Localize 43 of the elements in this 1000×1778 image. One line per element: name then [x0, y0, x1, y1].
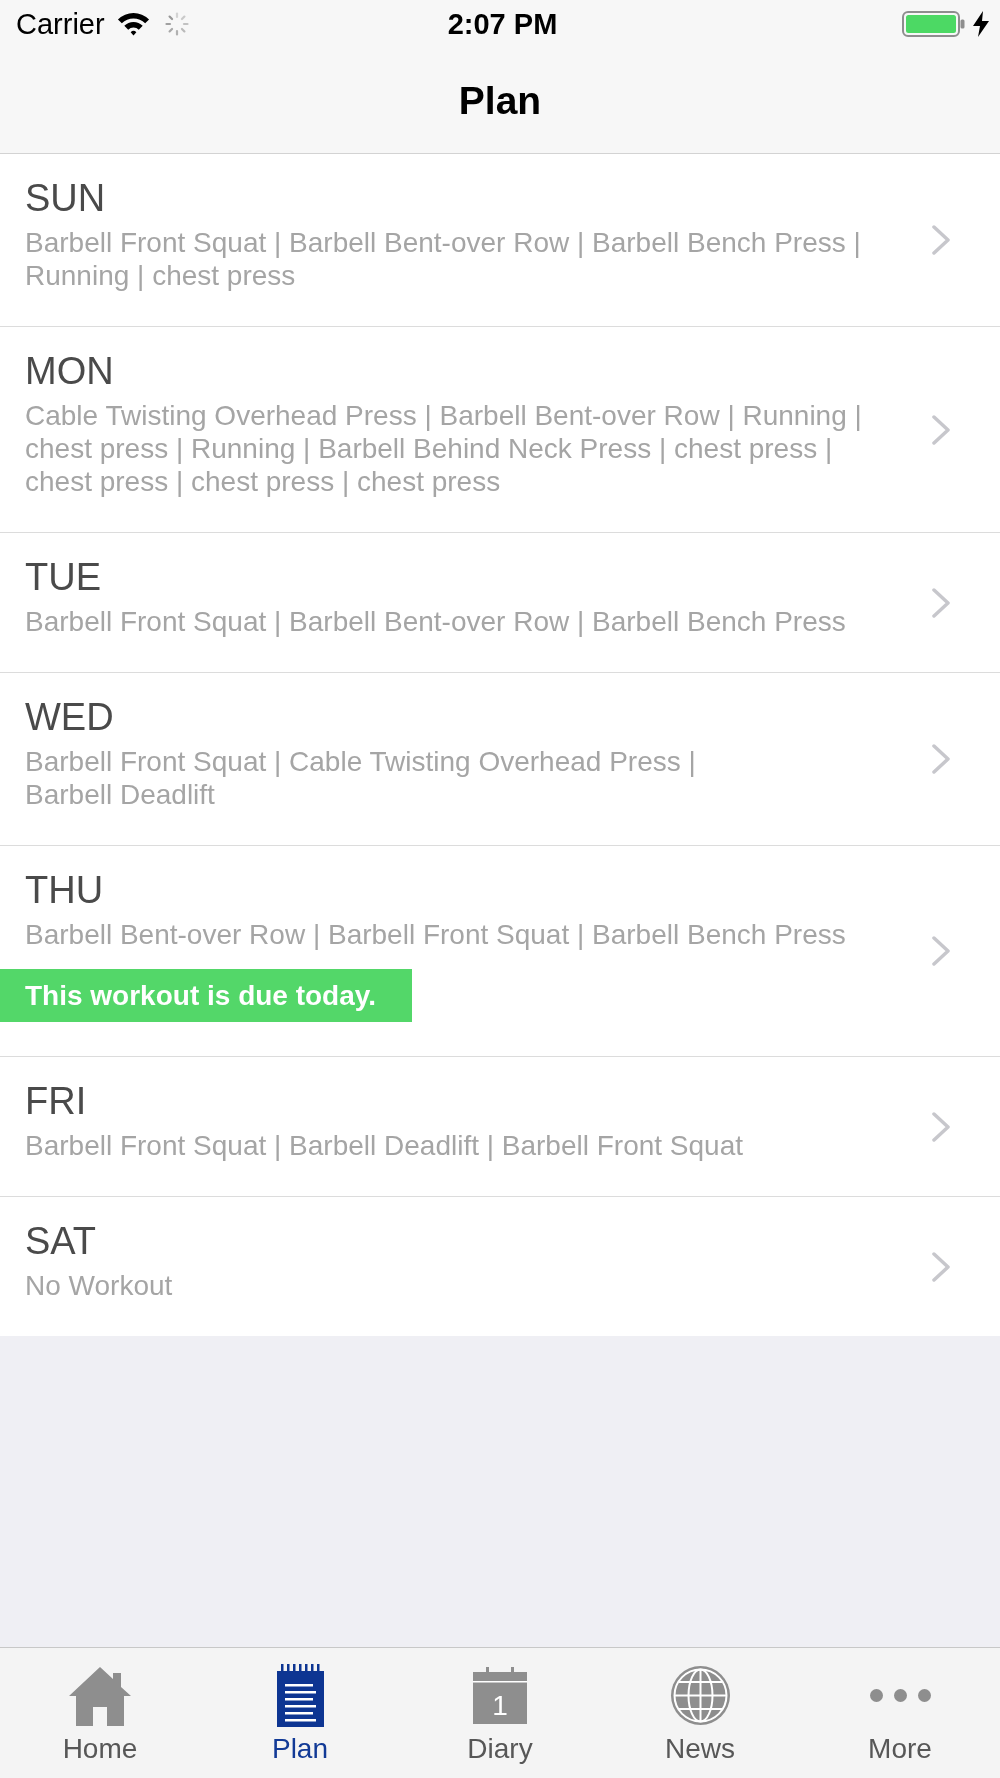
day-label: THU [25, 868, 104, 913]
chevron-icon [932, 744, 950, 774]
plan-day-row[interactable]: FRI Barbell Front Squat | Barbell Deadlift | Barbell Front Squat [0, 1056, 1000, 1196]
plan-day-row[interactable]: MON Cable Twisting Overhead Press | Barbell Bent-over Row | Running | chest press | Running | Barbell Behind Neck Press | chest press | chest press | chest press | chest press [0, 326, 1000, 532]
exercise-list: Barbell Front Squat | Barbell Bent-over Row | Barbell Bench Press | Running | chest press [25, 226, 861, 292]
globe-icon [669, 1665, 731, 1725]
day-label: TUE [25, 555, 101, 600]
day-label: FRI [25, 1079, 87, 1124]
day-label: WED [25, 695, 114, 740]
exercise-list: Barbell Front Squat | Barbell Bent-over Row | Barbell Bench Press [25, 605, 846, 638]
day-label: SUN [25, 176, 106, 221]
battery-icon [902, 11, 965, 37]
tab-bar-item[interactable]: Plan [200, 1648, 400, 1778]
chevron-icon [932, 225, 950, 255]
chevron-icon [932, 1111, 950, 1142]
chevron-icon [932, 587, 950, 618]
day-label: SAT [25, 1219, 97, 1264]
day-label: MON [25, 349, 114, 394]
status-time: 2:07 PM [447, 7, 558, 41]
tab-bar-item[interactable]: More [800, 1648, 1000, 1778]
exercise-list: Cable Twisting Overhead Press | Barbell Bent-over Row | Running | chest press | Running | Barbell Behind Neck Press | chest press | chest press | chest press | chest press [25, 399, 862, 498]
notepad-icon [276, 1663, 324, 1727]
exercise-list: No Workout [25, 1269, 173, 1302]
carrier-name: Carrier [16, 7, 105, 41]
wifi-icon [116, 12, 150, 36]
tab-bar-item[interactable]: 1 Diary [400, 1648, 600, 1778]
plan-day-row[interactable]: TUE Barbell Front Squat | Barbell Bent-over Row | Barbell Bench Press [0, 532, 1000, 672]
chevron-icon [932, 936, 950, 966]
tab-bar-item[interactable]: Home [0, 1648, 200, 1778]
plan-day-row[interactable]: SUN Barbell Front Squat | Barbell Bent-over Row | Barbell Bench Press | Running | chest press [0, 154, 1000, 326]
house-icon [69, 1664, 131, 1726]
plan-day-row[interactable]: SAT No Workout [0, 1196, 1000, 1336]
exercise-list: Barbell Bent-over Row | Barbell Front Squat | Barbell Bench Press [25, 918, 846, 951]
plan-day-row[interactable]: THU Barbell Bent-over Row | Barbell Front Squat | Barbell Bench Press This workout is due today. [0, 845, 1000, 1056]
screen-title: Plan [458, 77, 542, 124]
due-today-banner: This workout is due today. [0, 969, 412, 1022]
chevron-icon [932, 414, 950, 445]
ellipsis-icon [869, 1688, 931, 1702]
chevron-icon [932, 1251, 950, 1282]
tab-bar-item[interactable]: News [600, 1648, 800, 1778]
exercise-list: Barbell Front Squat | Cable Twisting Overhead Press | Barbell Deadlift [25, 745, 696, 811]
exercise-list: Barbell Front Squat | Barbell Deadlift | Barbell Front Squat [25, 1129, 744, 1162]
plan-day-row[interactable]: WED Barbell Front Squat | Cable Twisting Overhead Press | Barbell Deadlift [0, 672, 1000, 845]
